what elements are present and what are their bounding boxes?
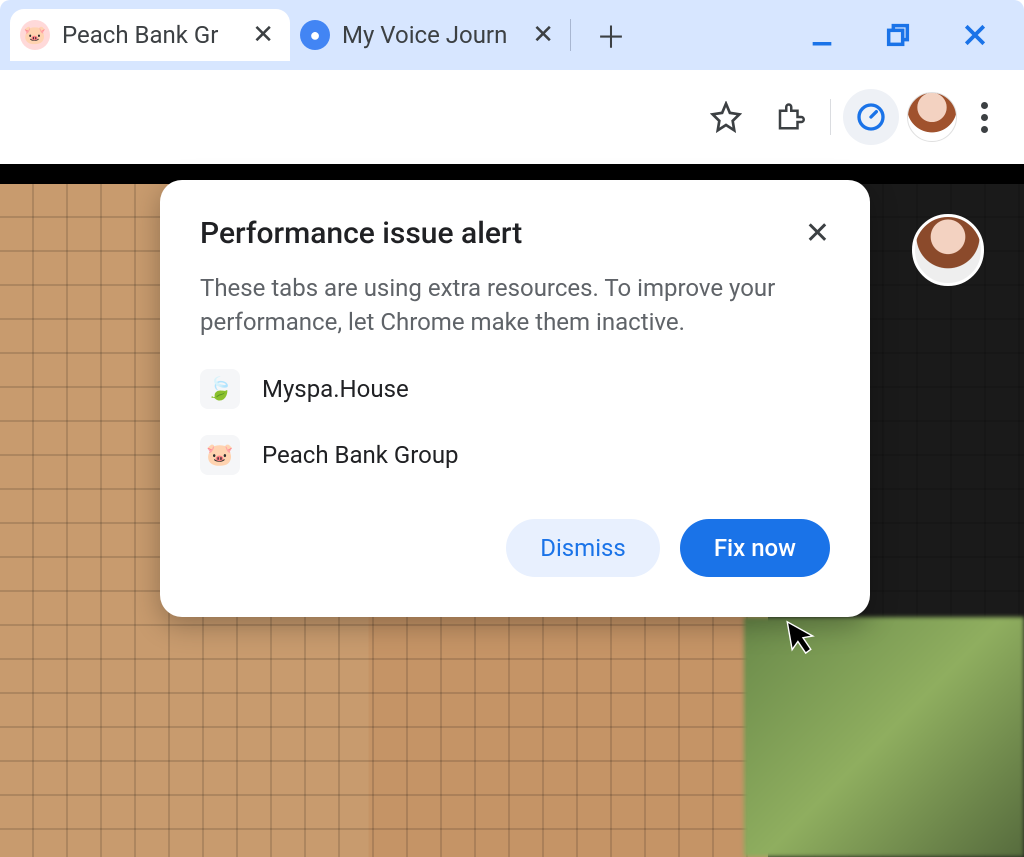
dialog-title: Performance issue alert xyxy=(200,216,522,251)
tab-voice-journal[interactable]: ● My Voice Journ ✕ xyxy=(290,9,570,61)
close-window-icon[interactable] xyxy=(960,20,990,50)
page-avatar[interactable] xyxy=(912,214,984,286)
performance-alert-dialog: Performance issue alert ✕ These tabs are… xyxy=(160,180,870,617)
list-item: 🐷 Peach Bank Group xyxy=(200,435,830,475)
dialog-actions: Dismiss Fix now xyxy=(200,519,830,577)
favicon-mic-icon: ● xyxy=(300,20,330,50)
dialog-body: These tabs are using extra resources. To… xyxy=(200,271,830,339)
tab-close-icon[interactable]: ✕ xyxy=(532,20,554,50)
tab-close-icon[interactable]: ✕ xyxy=(252,20,274,50)
new-tab-button[interactable]: ＋ xyxy=(591,15,631,55)
list-item-label: Peach Bank Group xyxy=(262,441,459,469)
tab-peach-bank[interactable]: 🐷 Peach Bank Gr ✕ xyxy=(10,9,290,61)
list-item: 🍃 Myspa.House xyxy=(200,369,830,409)
fix-now-button[interactable]: Fix now xyxy=(680,519,830,577)
tab-title: My Voice Journ xyxy=(342,21,520,49)
dialog-close-icon[interactable]: ✕ xyxy=(805,216,830,251)
toolbar xyxy=(0,70,1024,164)
pig-icon: 🐷 xyxy=(200,435,240,475)
dismiss-button[interactable]: Dismiss xyxy=(506,519,660,577)
window-controls xyxy=(808,20,1014,50)
leaf-icon: 🍃 xyxy=(200,369,240,409)
tab-separator xyxy=(570,19,571,51)
tab-strip: 🐷 Peach Bank Gr ✕ ● My Voice Journ ✕ ＋ xyxy=(0,0,1024,70)
restore-icon[interactable] xyxy=(884,20,912,50)
extensions-icon[interactable] xyxy=(762,89,818,145)
tab-title: Peach Bank Gr xyxy=(62,21,240,49)
minimize-icon[interactable] xyxy=(808,20,836,50)
list-item-label: Myspa.House xyxy=(262,375,409,403)
favicon-pig-icon: 🐷 xyxy=(20,20,50,50)
menu-icon[interactable] xyxy=(965,102,1004,133)
performance-icon[interactable] xyxy=(843,89,899,145)
bookmark-star-icon[interactable] xyxy=(698,89,754,145)
toolbar-divider xyxy=(830,99,831,135)
green-patch xyxy=(744,617,1024,857)
profile-avatar[interactable] xyxy=(907,92,957,142)
dialog-tab-list: 🍃 Myspa.House 🐷 Peach Bank Group xyxy=(200,369,830,475)
